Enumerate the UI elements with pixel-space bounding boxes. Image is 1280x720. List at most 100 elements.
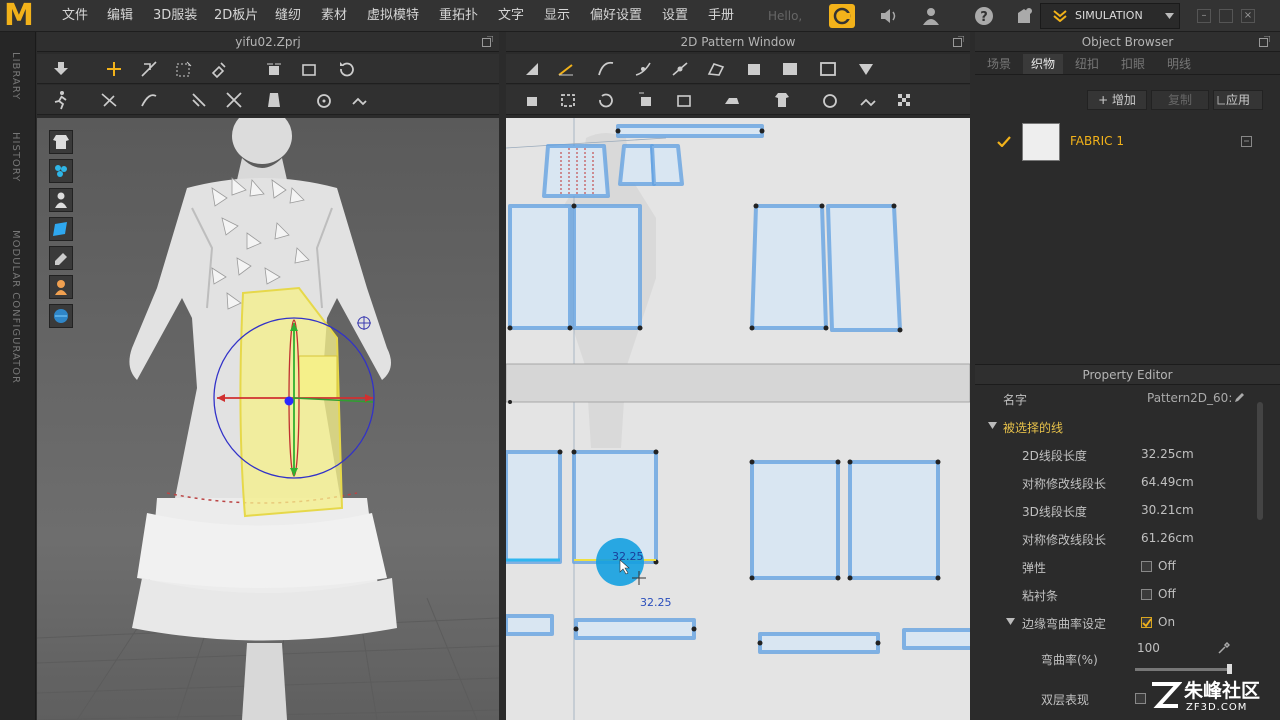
popout-icon[interactable] [482, 36, 493, 47]
select-mesh-icon[interactable] [137, 58, 161, 80]
edit-pattern-icon[interactable] [554, 58, 578, 80]
topstitch-icon[interactable] [856, 89, 880, 111]
avatar-display-icon[interactable] [49, 188, 73, 212]
add-point-icon[interactable] [668, 58, 692, 80]
button-tool-icon[interactable] [312, 89, 336, 111]
fold-pattern-icon[interactable] [594, 89, 618, 111]
minimize-button[interactable]: – [1197, 9, 1211, 23]
pattern-grid-icon[interactable] [892, 89, 916, 111]
library-tab[interactable]: LIBRARY [10, 52, 21, 100]
fold-arrange-icon[interactable] [262, 58, 286, 80]
fit-suit-icon[interactable] [262, 89, 286, 111]
curve-point-icon[interactable] [631, 58, 655, 80]
tab-topstitch[interactable]: 明线 [1157, 54, 1201, 74]
menu-text[interactable]: 文字 [498, 0, 524, 32]
elastic-checkbox[interactable] [1141, 561, 1152, 572]
button-place-icon[interactable] [818, 89, 842, 111]
box-select-icon[interactable] [172, 58, 196, 80]
menu-2d-pattern[interactable]: 2D板片 [214, 0, 258, 32]
menu-display[interactable]: 显示 [544, 0, 570, 32]
buttonhole-icon[interactable] [347, 89, 371, 111]
simulation-button[interactable]: SIMULATION [1040, 3, 1180, 29]
maximize-button[interactable] [1219, 9, 1233, 23]
prop-curvature-value[interactable]: 100 [1137, 641, 1160, 655]
hanger-icon[interactable] [1011, 4, 1037, 28]
tshirt-icon[interactable] [770, 89, 794, 111]
prop-sym-length-value[interactable]: 64.49cm [1141, 475, 1194, 489]
internal-line-icon[interactable] [742, 58, 766, 80]
view3d-viewport[interactable] [37, 118, 499, 720]
user-icon[interactable] [918, 4, 944, 28]
avatar-pose-icon[interactable] [49, 89, 73, 111]
fabric-display-icon[interactable] [49, 217, 73, 241]
menu-materials[interactable]: 素材 [321, 0, 347, 32]
menu-retopology[interactable]: 重拓扑 [439, 0, 478, 32]
cut-icon[interactable] [222, 89, 246, 111]
avatar-garment-render[interactable] [37, 118, 499, 720]
view2d-viewport[interactable]: 32.25 32.25 [506, 118, 970, 720]
add-fabric-button[interactable]: + 增加 [1087, 90, 1147, 110]
double-checkbox[interactable] [1135, 693, 1146, 704]
pattern-canvas[interactable] [506, 118, 970, 720]
tab-fabric[interactable]: 织物 [1023, 54, 1063, 74]
sync-icon[interactable] [672, 89, 696, 111]
bind-checkbox[interactable] [1141, 589, 1152, 600]
apply-fabric-button[interactable]: 应用 [1213, 90, 1263, 110]
menu-settings[interactable]: 设置 [662, 0, 688, 32]
credit-icon[interactable] [829, 4, 855, 28]
reset-3d-icon[interactable] [335, 58, 359, 80]
trace-icon[interactable] [816, 58, 840, 80]
fold-icon[interactable] [297, 58, 321, 80]
menu-file[interactable]: 文件 [62, 0, 88, 32]
segment-sewing-icon[interactable] [97, 89, 121, 111]
curve-checkbox[interactable] [1141, 617, 1152, 628]
fabric-option-icon[interactable] [1241, 136, 1252, 147]
seam-allowance-icon[interactable] [556, 89, 580, 111]
menu-sewing[interactable]: 缝纫 [275, 0, 301, 32]
transform-gizmo-icon[interactable] [102, 58, 126, 80]
tack-icon[interactable] [187, 89, 211, 111]
tab-scene[interactable]: 场景 [979, 54, 1019, 74]
prop-sym-3d-length-value[interactable]: 61.26cm [1141, 531, 1194, 545]
move-down-icon[interactable] [49, 58, 73, 80]
popout-icon[interactable] [1259, 36, 1270, 47]
menu-avatar[interactable]: 虚拟模特 [367, 0, 419, 32]
fabric-list-item[interactable]: FABRIC 1 [975, 122, 1265, 162]
tab-buttonhole[interactable]: 扣眼 [1111, 54, 1155, 74]
prop-2d-length-value[interactable]: 32.25cm [1141, 447, 1194, 461]
menu-manual[interactable]: 手册 [708, 0, 734, 32]
avatar-skin-icon[interactable] [49, 275, 73, 299]
popout-icon[interactable] [953, 36, 964, 47]
prop-3d-length-value[interactable]: 30.21cm [1141, 503, 1194, 517]
menu-preferences[interactable]: 偏好设置 [590, 0, 642, 32]
curvature-slider-track[interactable] [1135, 668, 1229, 671]
notch-icon[interactable] [634, 89, 658, 111]
prop-section-selected-line[interactable]: 被选择的线 [975, 412, 1260, 440]
rectangle-icon[interactable] [778, 58, 802, 80]
help-icon[interactable]: ? [971, 4, 997, 28]
pin-icon[interactable] [207, 58, 231, 80]
prop-name-value[interactable]: Pattern2D_60: [1147, 391, 1232, 405]
polygon-icon[interactable] [704, 58, 728, 80]
speaker-icon[interactable] [876, 4, 902, 28]
mesh-display-icon[interactable] [49, 159, 73, 183]
copy-fabric-button[interactable]: 复制 [1151, 90, 1209, 110]
curvature-slider-handle[interactable] [1227, 664, 1232, 674]
pencil-icon[interactable] [1233, 392, 1245, 404]
garment-display-icon[interactable] [49, 130, 73, 154]
free-sewing-icon[interactable] [137, 89, 161, 111]
dart-icon[interactable] [854, 58, 878, 80]
eyedropper-icon[interactable] [1218, 642, 1230, 654]
transform-pattern-icon[interactable] [520, 58, 544, 80]
environment-icon[interactable] [49, 304, 73, 328]
history-tab[interactable]: HISTORY [10, 132, 21, 182]
eraser-icon[interactable] [49, 246, 73, 270]
menu-3d-garment[interactable]: 3D服装 [153, 0, 197, 32]
triangle-down-icon[interactable] [1006, 618, 1015, 625]
tab-button[interactable]: 纽扣 [1067, 54, 1107, 74]
arrange-icon[interactable] [520, 89, 544, 111]
iron-icon[interactable] [720, 89, 744, 111]
edit-curvature-icon[interactable] [594, 58, 618, 80]
close-button[interactable]: × [1241, 9, 1255, 23]
modular-configurator-tab[interactable]: MODULAR CONFIGURATOR [10, 230, 21, 384]
